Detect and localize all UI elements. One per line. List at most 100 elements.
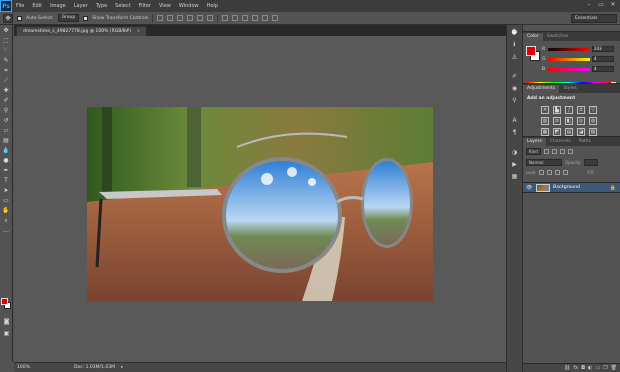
menu-layer[interactable]: Layer <box>70 3 92 9</box>
path-select-icon[interactable]: ➤ <box>1 186 12 195</box>
red-value-field[interactable]: 243 <box>592 46 614 52</box>
menu-select[interactable]: Select <box>111 3 134 9</box>
lock-position-icon[interactable] <box>555 170 561 175</box>
clone-stamp-icon[interactable]: ⚲ <box>1 106 12 115</box>
move-tool-preset-icon[interactable]: ✥ <box>3 13 13 23</box>
brush-panel-icon[interactable]: ✐ <box>510 72 519 81</box>
menu-filter[interactable]: Filter <box>135 3 155 9</box>
tab-color[interactable]: Color <box>523 33 543 41</box>
brush-presets-icon[interactable]: ◉ <box>510 84 519 93</box>
align-top-icon[interactable] <box>157 15 164 21</box>
align-bottom-icon[interactable] <box>177 15 184 21</box>
gradient-tool-icon[interactable]: ▤ <box>1 136 12 145</box>
screen-mode-icon[interactable]: ▣ <box>1 329 12 338</box>
add-mask-icon[interactable]: ◘ <box>581 365 585 371</box>
channel-mixer-icon[interactable]: ◍ <box>589 117 597 125</box>
workspace-dropdown[interactable]: Essentials <box>571 14 617 23</box>
zoom-tool-icon[interactable]: ⌕ <box>1 216 12 225</box>
properties-panel-icon[interactable]: ℹ <box>510 40 519 49</box>
auto-select-checkbox[interactable] <box>17 15 22 21</box>
tab-paths[interactable]: Paths <box>575 138 595 146</box>
black-white-icon[interactable]: ◧ <box>565 117 573 125</box>
healing-brush-icon[interactable]: ✚ <box>1 86 12 95</box>
hue-saturation-icon[interactable]: ▥ <box>541 117 549 125</box>
menu-help[interactable]: Help <box>203 3 222 9</box>
menu-edit[interactable]: Edit <box>28 3 46 9</box>
character-panel-icon[interactable]: A <box>510 116 519 125</box>
menu-image[interactable]: Image <box>46 3 70 9</box>
tab-swatches[interactable]: Swatches <box>543 33 573 41</box>
menu-file[interactable]: File <box>12 3 28 9</box>
document-tab[interactable]: dreamstime_s_49827778.jpg @ 100% (RGB/8#… <box>16 26 148 36</box>
align-right-icon[interactable] <box>207 15 214 21</box>
tab-channels[interactable]: Channels <box>546 138 575 146</box>
color-panel-foreground-swatch[interactable] <box>526 46 536 56</box>
lock-all-icon[interactable] <box>563 170 569 175</box>
new-layer-icon[interactable]: ❐ <box>603 365 607 371</box>
dodge-tool-icon[interactable]: ● <box>1 156 12 165</box>
posterize-icon[interactable]: ▤ <box>565 128 573 136</box>
zoom-level[interactable]: 100% <box>14 365 40 370</box>
red-slider[interactable] <box>548 47 590 51</box>
brush-tool-icon[interactable]: ✐ <box>1 96 12 105</box>
foreground-color-swatch[interactable] <box>1 298 8 305</box>
close-button[interactable]: ✕ <box>608 1 618 9</box>
tab-adjustments[interactable]: Adjustments <box>523 85 560 93</box>
green-slider[interactable] <box>548 57 590 61</box>
layer-comps-icon[interactable]: ▦ <box>510 172 519 181</box>
lasso-tool-icon[interactable]: ➰ <box>1 46 12 55</box>
tab-styles[interactable]: Styles <box>559 85 581 93</box>
distribute-hcenter-icon[interactable] <box>262 15 269 21</box>
auto-select-dropdown[interactable]: Group <box>57 14 80 22</box>
menu-type[interactable]: Type <box>92 3 111 9</box>
history-brush-icon[interactable]: ↺ <box>1 116 12 125</box>
distribute-left-icon[interactable] <box>252 15 259 21</box>
layer-row-background[interactable]: 👁 Background 🔒 <box>523 182 620 193</box>
minimize-button[interactable]: – <box>584 1 594 9</box>
actions-panel-icon[interactable]: ▶ <box>510 160 519 169</box>
history-panel-icon[interactable]: ⌚ <box>510 28 519 37</box>
vibrance-icon[interactable]: ▽ <box>589 106 597 114</box>
status-menu-arrow-icon[interactable]: ▸ <box>121 365 123 370</box>
shape-tool-icon[interactable]: ▭ <box>1 196 12 205</box>
clone-source-icon[interactable]: ⚲ <box>510 96 519 105</box>
layer-style-icon[interactable]: fx <box>573 365 578 371</box>
new-adjustment-icon[interactable]: ◐ <box>588 365 592 371</box>
layer-name[interactable]: Background <box>553 185 607 190</box>
align-hcenter-icon[interactable] <box>197 15 204 21</box>
canvas-pasteboard[interactable] <box>14 36 506 362</box>
lock-pixels-icon[interactable] <box>547 170 553 175</box>
navigator-panel-icon[interactable]: ◬ <box>510 52 519 61</box>
levels-icon[interactable]: ▙ <box>553 106 561 114</box>
visibility-eye-icon[interactable]: 👁 <box>526 185 533 191</box>
move-tool-icon[interactable]: ✥ <box>1 26 12 35</box>
more-tools-icon[interactable]: … <box>1 226 12 235</box>
align-vcenter-icon[interactable] <box>167 15 174 21</box>
blue-slider[interactable] <box>548 67 590 71</box>
threshold-icon[interactable]: ◪ <box>577 128 585 136</box>
distribute-right-icon[interactable] <box>272 15 279 21</box>
gradient-map-icon[interactable]: ▧ <box>589 128 597 136</box>
distribute-vcenter-icon[interactable] <box>232 15 239 21</box>
quick-select-tool-icon[interactable]: ✎ <box>1 56 12 65</box>
menu-window[interactable]: Window <box>175 3 203 9</box>
crop-tool-icon[interactable]: ⌗ <box>1 66 12 75</box>
distribute-top-icon[interactable] <box>222 15 229 21</box>
invert-icon[interactable]: ◩ <box>553 128 561 136</box>
tab-layers[interactable]: Layers <box>523 138 546 146</box>
eraser-tool-icon[interactable]: ▱ <box>1 126 12 135</box>
opacity-field[interactable] <box>584 159 599 166</box>
align-left-icon[interactable] <box>187 15 194 21</box>
paragraph-panel-icon[interactable]: ¶ <box>510 128 519 137</box>
document-image[interactable] <box>87 107 433 301</box>
filter-shape-icon[interactable] <box>567 149 573 154</box>
color-lookup-icon[interactable]: ▦ <box>541 128 549 136</box>
brightness-contrast-icon[interactable]: ☀ <box>541 106 549 114</box>
color-balance-icon[interactable]: ⚖ <box>553 117 561 125</box>
type-tool-icon[interactable]: T <box>1 176 12 185</box>
filter-type-icon[interactable] <box>559 149 565 154</box>
filter-adjustment-icon[interactable] <box>551 149 557 154</box>
filter-pixel-icon[interactable] <box>543 149 549 154</box>
delete-layer-icon[interactable]: 🗑 <box>611 365 617 371</box>
distribute-bottom-icon[interactable] <box>242 15 249 21</box>
